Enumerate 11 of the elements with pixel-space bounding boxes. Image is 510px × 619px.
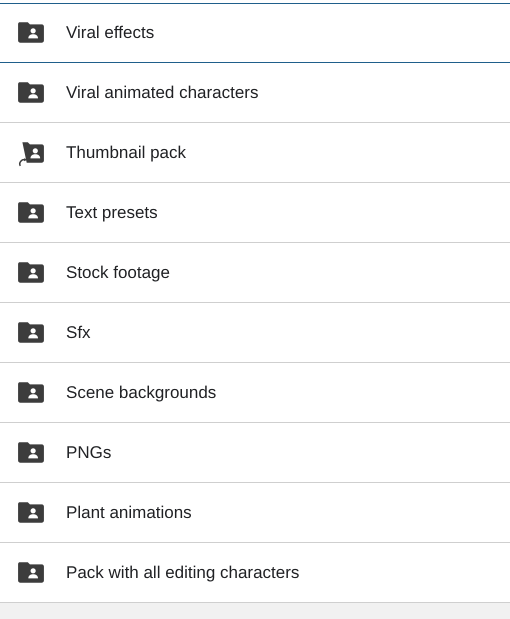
folder-name: Sfx [66, 322, 91, 344]
folder-name: Viral animated characters [66, 82, 258, 104]
folder-name: Thumbnail pack [66, 142, 186, 164]
folder-name: Scene backgrounds [66, 382, 216, 404]
folder-name: Stock footage [66, 262, 170, 284]
folder-name: Pack with all editing characters [66, 562, 300, 584]
folder-name: Viral effects [66, 22, 154, 44]
folder-name: Text presets [66, 202, 158, 224]
folder-name: Plant animations [66, 502, 192, 524]
folder-row[interactable]: Viral effects [0, 3, 510, 63]
folder-name: PNGs [66, 442, 112, 464]
